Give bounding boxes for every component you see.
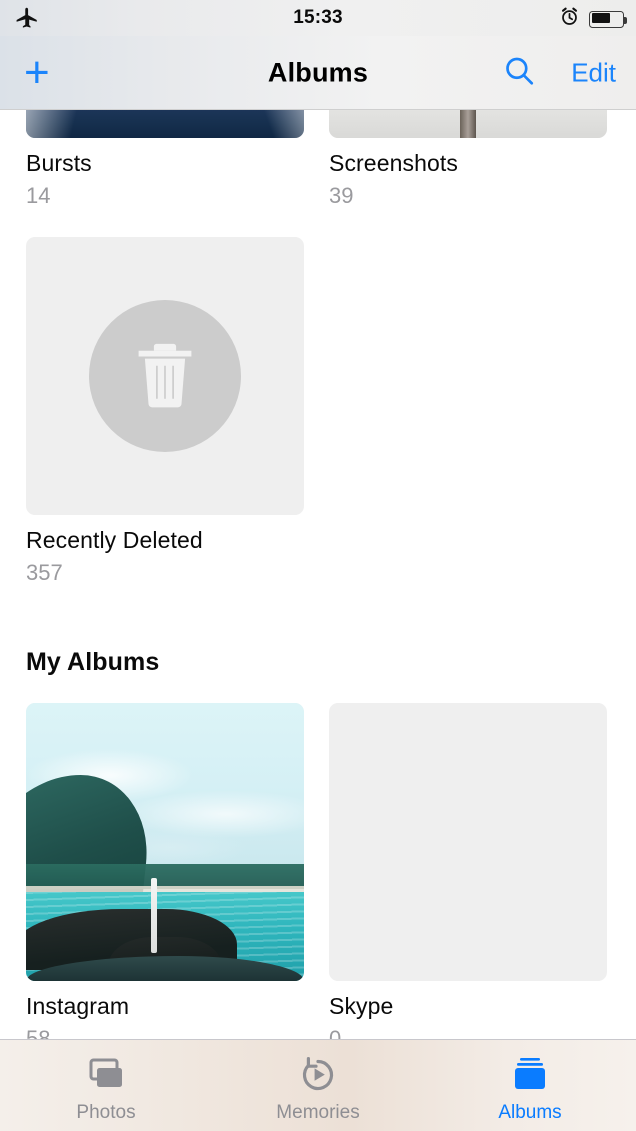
- section-header-my-albums: My Albums: [26, 648, 160, 676]
- memories-play-icon: [297, 1054, 339, 1096]
- album-thumbnail[interactable]: [26, 703, 304, 981]
- tab-memories[interactable]: Memories: [212, 1040, 424, 1131]
- album-item-bursts[interactable]: Bursts 14: [26, 110, 304, 209]
- album-name: Recently Deleted: [26, 527, 203, 553]
- battery-icon: [589, 10, 627, 28]
- status-bar-time: 15:33: [293, 7, 343, 28]
- edit-button[interactable]: Edit: [571, 57, 616, 88]
- photo-light-gray-art: [329, 110, 607, 138]
- tab-photos[interactable]: Photos: [0, 1040, 212, 1131]
- my-albums-grid: Instagram 58 Skype 0: [0, 703, 636, 1052]
- tab-label: Photos: [76, 1101, 136, 1123]
- status-bar: 15:33: [0, 0, 636, 36]
- album-name: Skype: [329, 993, 394, 1019]
- album-item-skype[interactable]: Skype 0: [329, 703, 607, 1052]
- system-albums-grid: Bursts 14 Screenshots 39 Recently Delete…: [0, 110, 636, 586]
- album-item-instagram[interactable]: Instagram 58: [26, 703, 304, 1052]
- photos-stack-icon: [83, 1054, 129, 1096]
- album-name: Instagram: [26, 993, 130, 1019]
- album-row: Bursts 14 Screenshots 39: [26, 110, 610, 209]
- status-bar-left: [14, 5, 40, 36]
- tab-bar: Photos Memories Albums: [0, 1039, 636, 1131]
- album-count: 357: [26, 560, 63, 585]
- album-item-recently-deleted[interactable]: Recently Deleted 357: [26, 237, 304, 586]
- album-count: 14: [26, 183, 51, 208]
- trash-icon: [89, 300, 241, 452]
- search-icon[interactable]: [502, 53, 536, 92]
- photo-beach-ocean-art: [26, 703, 304, 981]
- status-bar-right: [559, 6, 627, 32]
- page-title: Albums: [267, 57, 369, 87]
- photo-dark-blue-art: [26, 110, 304, 138]
- photos-app-screen: 15:33 + Albums Edit Bursts 14 Screenshot…: [0, 0, 636, 1131]
- album-row: Recently Deleted 357: [26, 237, 610, 586]
- album-thumbnail[interactable]: [329, 703, 607, 981]
- album-item-screenshots[interactable]: Screenshots 39: [329, 110, 607, 209]
- album-name: Bursts: [26, 150, 92, 176]
- albums-scroll-content[interactable]: Bursts 14 Screenshots 39 Recently Delete…: [0, 110, 636, 1086]
- tab-label: Albums: [498, 1101, 562, 1123]
- airplane-mode-icon: [14, 5, 40, 36]
- tab-label: Memories: [276, 1101, 360, 1123]
- album-thumbnail[interactable]: [26, 237, 304, 515]
- album-count: 39: [329, 183, 354, 208]
- empty-placeholder-art: [329, 703, 607, 981]
- album-thumbnail[interactable]: [26, 110, 304, 138]
- album-row: Instagram 58 Skype 0: [26, 703, 610, 1052]
- trash-placeholder-art: [26, 237, 304, 515]
- album-name: Screenshots: [329, 150, 458, 176]
- albums-stack-icon: [507, 1054, 553, 1096]
- alarm-clock-icon: [559, 6, 580, 32]
- navigation-bar: + Albums Edit: [0, 36, 636, 110]
- album-slot-empty: [329, 237, 607, 586]
- album-thumbnail[interactable]: [329, 110, 607, 138]
- tab-albums[interactable]: Albums: [424, 1040, 636, 1131]
